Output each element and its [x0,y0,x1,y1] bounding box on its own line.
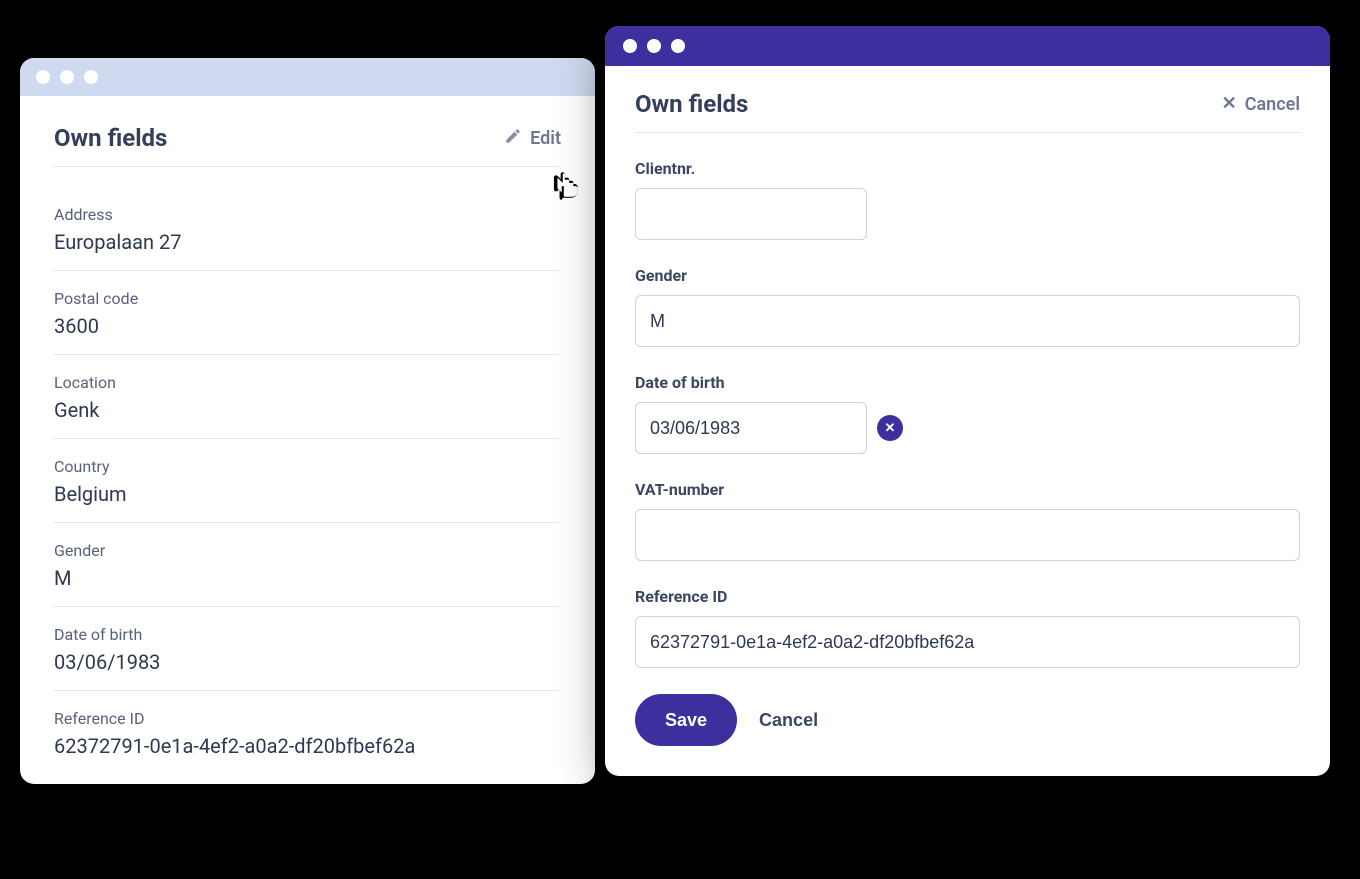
dob-input[interactable] [635,402,867,454]
window-titlebar [20,58,595,96]
view-window: Own fields Edit Address Europalaan 27 Po… [20,58,595,784]
window-control-dot [671,39,685,53]
field-value: 03/06/1983 [54,650,561,674]
save-button[interactable]: Save [635,694,737,746]
edit-button[interactable]: Edit [504,127,561,150]
pencil-icon [504,127,522,150]
field-country: Country Belgium [54,439,561,523]
field-address: Address Europalaan 27 [54,187,561,271]
panel-title: Own fields [635,90,748,118]
clear-dob-button[interactable]: ✕ [877,415,903,441]
field-reference-id: Reference ID 62372791-0e1a-4ef2-a0a2-df2… [54,691,561,774]
field-value: M [54,566,561,590]
window-control-dot [36,70,50,84]
field-value: 62372791-0e1a-4ef2-a0a2-df20bfbef62a [54,734,561,758]
clientnr-input[interactable] [635,188,867,240]
clientnr-label: Clientnr. [635,159,1300,178]
edit-label: Edit [530,128,561,149]
vat-input[interactable] [635,509,1300,561]
reference-label: Reference ID [635,587,1300,606]
field-label: Reference ID [54,709,561,728]
window-control-dot [623,39,637,53]
field-date-of-birth: Date of birth 03/06/1983 [54,607,561,691]
window-control-dot [84,70,98,84]
gender-label: Gender [635,266,1300,285]
gender-input[interactable] [635,295,1300,347]
field-value: 3600 [54,314,561,338]
field-postal-code: Postal code 3600 [54,271,561,355]
field-label: Location [54,373,561,392]
field-label: Date of birth [54,625,561,644]
close-icon: ✕ [1222,95,1237,113]
window-titlebar [605,26,1330,66]
field-label: Address [54,205,561,224]
reference-input[interactable] [635,616,1300,668]
field-gender: Gender M [54,523,561,607]
window-control-dot [60,70,74,84]
field-label: Gender [54,541,561,560]
cancel-button[interactable]: Cancel [759,710,818,731]
cancel-link-label: Cancel [1245,94,1300,115]
edit-window: Own fields ✕ Cancel Clientnr. Gender Dat… [605,26,1330,776]
vat-label: VAT-number [635,480,1300,499]
field-value: Europalaan 27 [54,230,561,254]
field-location: Location Genk [54,355,561,439]
field-label: Postal code [54,289,561,308]
window-control-dot [647,39,661,53]
cancel-link[interactable]: ✕ Cancel [1222,94,1300,115]
close-icon: ✕ [885,421,896,436]
field-value: Belgium [54,482,561,506]
field-label: Country [54,457,561,476]
field-value: Genk [54,398,561,422]
panel-title: Own fields [54,124,167,152]
dob-label: Date of birth [635,373,1300,392]
